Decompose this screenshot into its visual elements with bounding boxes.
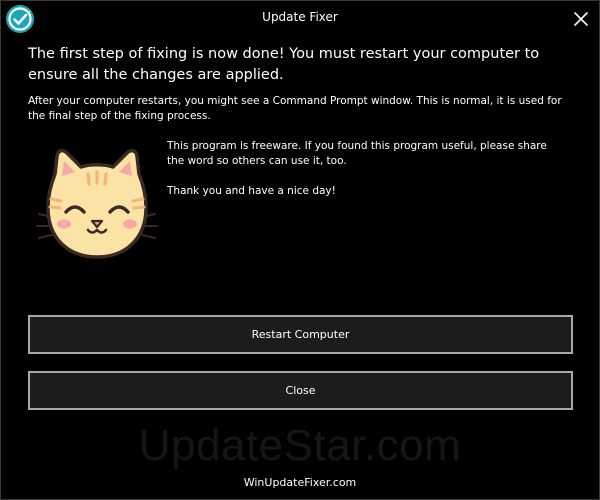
thanks-text: Thank you and have a nice day!: [167, 185, 336, 197]
website-link[interactable]: WinUpdateFixer.com: [1, 476, 599, 489]
dialog-window: Update Fixer The first step of fixing is…: [0, 0, 600, 500]
close-icon[interactable]: [569, 7, 593, 31]
close-button[interactable]: Close: [28, 371, 573, 410]
watermark: UpdateStar.com: [138, 421, 462, 470]
restart-computer-button[interactable]: Restart Computer: [28, 315, 573, 354]
window-title: Update Fixer: [262, 10, 338, 24]
title-bar[interactable]: Update Fixer: [1, 1, 599, 37]
happy-cat-icon: [36, 148, 158, 259]
headline-message: The first step of fixing is now done! Yo…: [28, 46, 540, 83]
restart-info-text: After your computer restarts, you might …: [28, 95, 562, 122]
freeware-text: This program is freeware. If you found t…: [167, 140, 547, 167]
